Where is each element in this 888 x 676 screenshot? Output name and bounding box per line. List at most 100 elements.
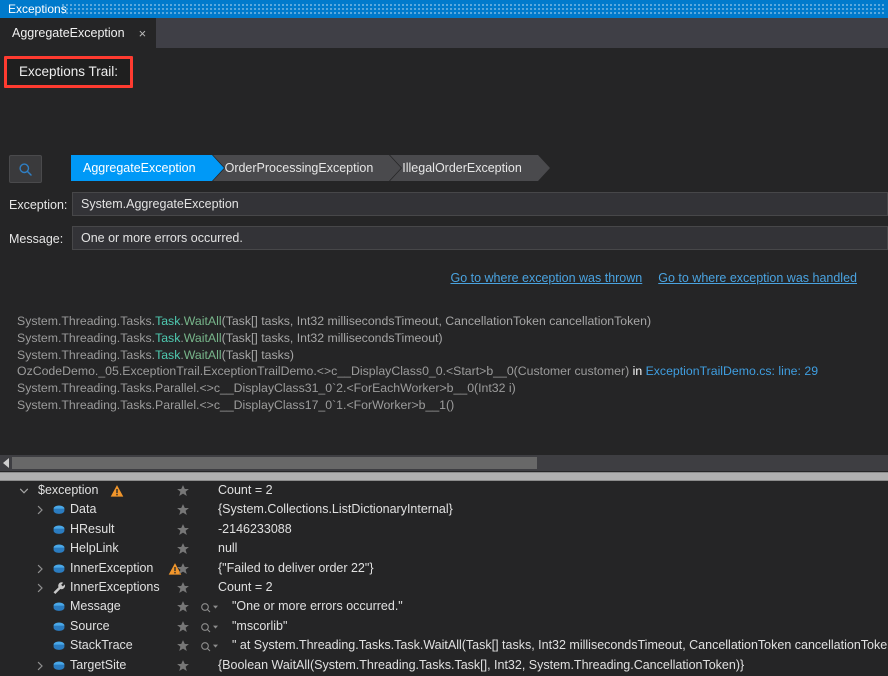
chevron-right-icon[interactable] (35, 660, 45, 672)
row-value[interactable]: {"Failed to deliver order 22"} (218, 561, 374, 575)
table-row[interactable]: HResult -2146233088 (0, 520, 888, 539)
chevron-right-icon[interactable] (35, 582, 45, 594)
chevron-down-icon (213, 605, 218, 609)
breadcrumb-item-0[interactable]: AggregateException (71, 155, 225, 181)
favorite-star-icon[interactable] (176, 659, 190, 673)
stack-trace-line[interactable]: OzCodeDemo._05.ExceptionTrail.ExceptionT… (17, 363, 882, 380)
table-row[interactable]: Data {System.Collections.ListDictionaryIn… (0, 500, 888, 519)
row-expander[interactable] (35, 563, 45, 575)
row-value[interactable]: Count = 2 (218, 580, 273, 594)
chevron-down-icon (213, 625, 218, 629)
breadcrumb-item-2[interactable]: IllegalOrderException (390, 155, 551, 181)
favorite-star-button[interactable] (176, 562, 190, 576)
favorite-star-icon[interactable] (176, 600, 190, 614)
favorite-star-button[interactable] (176, 639, 190, 653)
visualizer-button[interactable] (200, 620, 222, 634)
favorite-star-button[interactable] (176, 484, 190, 498)
table-row[interactable]: HelpLink null (0, 539, 888, 558)
favorite-star-icon[interactable] (176, 523, 190, 537)
stack-segment-ns: OzCodeDemo._05.ExceptionTrail.ExceptionT… (17, 364, 630, 379)
table-row[interactable]: InnerExceptions Count = 2 (0, 578, 888, 597)
close-icon[interactable]: × (139, 27, 147, 40)
chevron-down-icon[interactable] (19, 485, 29, 497)
horizontal-scrollbar[interactable] (0, 455, 888, 471)
visualizer-button[interactable] (200, 639, 222, 653)
stack-trace-line[interactable]: System.Threading.Tasks.Task.WaitAll(Task… (17, 330, 882, 347)
favorite-star-button[interactable] (176, 600, 190, 614)
row-name: HelpLink (70, 541, 119, 556)
stack-trace-line[interactable]: System.Threading.Tasks.Parallel.<>c__Dis… (17, 380, 882, 397)
table-row[interactable]: Source "mscorlib" (0, 617, 888, 636)
row-expander[interactable] (35, 660, 45, 672)
visualizer-button[interactable] (200, 600, 222, 614)
stack-segment-file[interactable]: ExceptionTrailDemo.cs: line: 29 (646, 364, 818, 378)
favorite-star-icon[interactable] (176, 581, 190, 595)
favorite-star-icon[interactable] (176, 484, 190, 498)
row-name: HResult (70, 521, 115, 536)
magnifier-icon (19, 162, 32, 176)
favorite-star-button[interactable] (176, 581, 190, 595)
property-icon-wrap (52, 503, 66, 517)
row-value[interactable]: null (218, 541, 237, 555)
tab-aggregate-exception[interactable]: AggregateException × (0, 18, 158, 48)
favorite-star-button[interactable] (176, 542, 190, 556)
scroll-left-arrow-icon[interactable] (3, 458, 9, 468)
breadcrumb-item-1[interactable]: OrderProcessingException (212, 155, 402, 181)
row-expander[interactable] (35, 504, 45, 516)
stack-segment-typ: Task (155, 330, 181, 345)
favorite-star-button[interactable] (176, 620, 190, 634)
table-row[interactable]: $exception Count = 2 (0, 481, 888, 500)
stack-segment-prm: (Task[] tasks, Int32 millisecondsTimeout… (221, 314, 652, 328)
stack-segment-prm: (Task[] tasks) (221, 347, 295, 362)
row-value[interactable]: {System.Collections.ListDictionaryIntern… (218, 502, 453, 516)
favorite-star-icon[interactable] (176, 542, 190, 556)
table-row[interactable]: TargetSite {Boolean WaitAll(System.Thread… (0, 656, 888, 675)
drag-handle-dots-icon[interactable] (62, 4, 886, 14)
document-tab-strip: AggregateException × (0, 18, 888, 48)
favorite-star-icon[interactable] (176, 503, 190, 517)
property-icon (53, 622, 65, 631)
row-expander[interactable] (35, 582, 45, 594)
go-to-handled-link[interactable]: Go to where exception was handled (658, 271, 857, 285)
row-value[interactable]: Count = 2 (218, 483, 273, 497)
string-visualizer-icon[interactable] (200, 600, 222, 614)
row-value[interactable]: -2146233088 (218, 522, 292, 536)
favorite-star-button[interactable] (176, 523, 190, 537)
stack-segment-ns: System.Threading.Tasks. (17, 330, 156, 345)
stack-trace-line[interactable]: System.Threading.Tasks.Parallel.<>c__Dis… (17, 397, 882, 414)
scrollbar-thumb[interactable] (12, 457, 537, 469)
row-value[interactable]: "mscorlib" (232, 619, 287, 633)
row-value[interactable]: " at System.Threading.Tasks.Task.WaitAll… (232, 638, 888, 652)
favorite-star-icon[interactable] (176, 562, 190, 576)
search-button[interactable] (9, 155, 42, 183)
row-name: Data (70, 502, 97, 517)
table-row[interactable]: InnerException {"Failed to deliver order … (0, 559, 888, 578)
string-visualizer-icon[interactable] (200, 639, 222, 653)
table-row[interactable]: Message "One or more errors occurred." (0, 597, 888, 616)
row-value[interactable]: "One or more errors occurred." (232, 599, 403, 613)
stack-segment-ns: System.Threading.Tasks. (17, 314, 156, 328)
string-visualizer-icon[interactable] (200, 620, 222, 634)
favorite-star-icon[interactable] (176, 639, 190, 653)
table-row[interactable]: StackTrace " at System.Threading.Tasks.Ta… (0, 636, 888, 655)
row-name: InnerException (70, 560, 154, 575)
panel-splitter[interactable] (0, 472, 888, 481)
row-value[interactable]: {Boolean WaitAll(System.Threading.Tasks.… (218, 658, 744, 672)
stack-trace-line[interactable]: System.Threading.Tasks.Task.WaitAll(Task… (17, 313, 882, 330)
stack-segment-ns: System.Threading.Tasks. (17, 347, 156, 362)
chevron-right-icon[interactable] (35, 504, 45, 516)
exceptions-trail-breadcrumb: AggregateException OrderProcessingExcepti… (71, 155, 551, 181)
property-icon (53, 505, 65, 515)
message-value[interactable]: One or more errors occurred. (72, 226, 888, 250)
favorite-star-button[interactable] (176, 503, 190, 517)
chevron-right-icon[interactable] (35, 563, 45, 575)
row-expander[interactable] (19, 485, 29, 497)
breadcrumb-item-label: IllegalOrderException (402, 161, 522, 175)
property-icon-wrap (52, 620, 66, 634)
stack-trace-line[interactable]: System.Threading.Tasks.Task.WaitAll(Task… (17, 347, 882, 364)
favorite-star-icon[interactable] (176, 620, 190, 634)
locals-watch-grid: $exception Count = 2 Data {System.Collectio… (0, 481, 888, 675)
exception-value[interactable]: System.AggregateException (72, 192, 888, 216)
favorite-star-button[interactable] (176, 659, 190, 673)
go-to-thrown-link[interactable]: Go to where exception was thrown (450, 271, 642, 285)
